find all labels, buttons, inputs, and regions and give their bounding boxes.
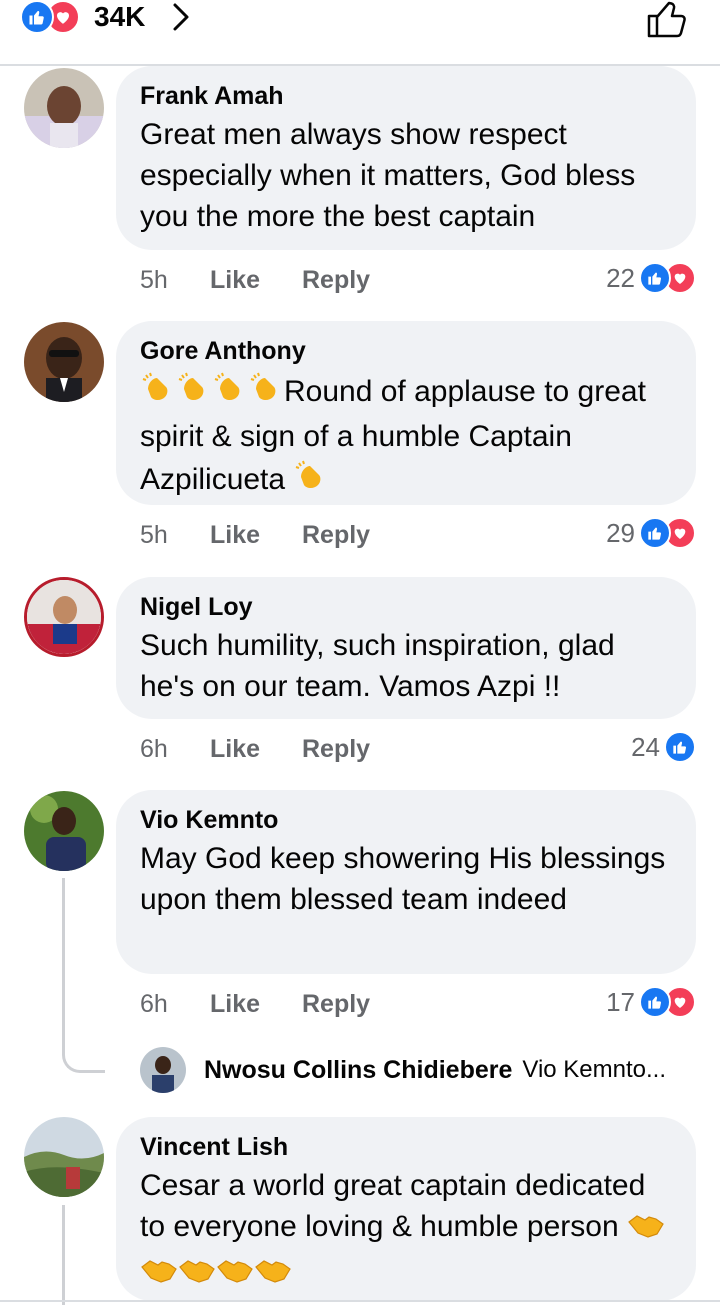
handshake-emoji [216, 1255, 254, 1296]
clapping-hands-emoji [293, 457, 329, 504]
clapping-hands-emoji [212, 369, 248, 416]
handshake-emoji [627, 1210, 665, 1251]
comment-bubble[interactable]: Vincent Lish Cesar a world great captain… [116, 1117, 696, 1301]
reply-button[interactable]: Reply [302, 735, 370, 764]
comment-bubble[interactable]: Vio Kemnto May God keep showering His bl… [116, 790, 696, 974]
reply-button[interactable]: Reply [302, 990, 370, 1019]
like-button[interactable]: Like [210, 266, 302, 295]
like-icon [639, 517, 671, 549]
avatar[interactable] [24, 791, 104, 871]
comment-reactions[interactable]: 24 [631, 727, 696, 767]
avatar[interactable] [24, 322, 104, 402]
thread-line [62, 878, 65, 1046]
timestamp[interactable]: 6h [140, 990, 210, 1019]
divider [0, 1300, 720, 1302]
comment-reactions[interactable]: 17 [606, 982, 696, 1022]
timestamp[interactable]: 5h [140, 266, 210, 295]
comment-actions: 5h Like Reply [140, 260, 370, 300]
comment-reactions[interactable]: 29 [606, 513, 696, 553]
like-icon [639, 986, 671, 1018]
comment-bubble[interactable]: Frank Amah Great men always show respect… [116, 66, 696, 250]
handshake-emoji [178, 1255, 216, 1296]
comment-reactions[interactable]: 22 [606, 258, 696, 298]
comment-bubble[interactable]: Nigel Loy Such humility, such inspiratio… [116, 577, 696, 719]
reaction-number: 17 [606, 986, 635, 1017]
author-name[interactable]: Vincent Lish [140, 1131, 672, 1163]
clapping-hands-emoji [176, 369, 212, 416]
like-button[interactable]: Like [210, 521, 302, 550]
author-name[interactable]: Frank Amah [140, 80, 672, 112]
reaction-number: 24 [631, 731, 660, 762]
comment-text: Such humility, such inspiration, glad he… [140, 629, 615, 703]
reply-button[interactable]: Reply [302, 266, 370, 295]
avatar[interactable] [24, 1117, 104, 1197]
comment-text: Cesar a world great captain dedicated to… [140, 1165, 672, 1296]
author-name[interactable]: Gore Anthony [140, 335, 672, 367]
like-icon [664, 731, 696, 763]
reaction-icons[interactable] [20, 0, 80, 34]
avatar[interactable] [24, 577, 104, 657]
author-name[interactable]: Vio Kemnto [140, 804, 672, 836]
reply-preview[interactable]: Nwosu Collins Chidiebere Vio Kemnto... [140, 1046, 666, 1094]
like-button[interactable]: Like [210, 990, 302, 1019]
reaction-count[interactable]: 34K [94, 0, 145, 34]
author-name[interactable]: Nigel Loy [140, 591, 672, 623]
comment-actions: 6h Like Reply [140, 729, 370, 769]
like-icon [639, 262, 671, 294]
timestamp[interactable]: 6h [140, 735, 210, 764]
like-icon [20, 0, 54, 34]
comment-text-body: Cesar a world great captain dedicated to… [140, 1169, 646, 1243]
comment-text: May God keep showering His blessings upo… [140, 842, 666, 916]
comment-actions: 6h Like Reply [140, 984, 370, 1024]
reply-button[interactable]: Reply [302, 521, 370, 550]
thread-connector [62, 1046, 105, 1073]
like-button[interactable]: Like [210, 735, 302, 764]
avatar[interactable] [24, 68, 104, 148]
chevron-right-icon[interactable] [170, 2, 192, 37]
reaction-number: 29 [606, 517, 635, 548]
comment-actions: 5h Like Reply [140, 515, 370, 555]
timestamp[interactable]: 5h [140, 521, 210, 550]
reactions-header: 34K [0, 0, 720, 66]
clapping-hands-emoji [140, 369, 176, 416]
reaction-number: 22 [606, 262, 635, 293]
handshake-emoji [140, 1255, 178, 1296]
thumbs-up-outline-icon[interactable] [646, 0, 690, 43]
comment-text: Round of applause to great spirit & sign… [140, 369, 672, 504]
reply-avatar [140, 1047, 186, 1093]
handshake-emoji [254, 1255, 292, 1296]
clapping-hands-emoji [248, 369, 284, 416]
reply-snippet: Vio Kemnto... [522, 1056, 667, 1083]
comment-bubble[interactable]: Gore Anthony Round of applause to great … [116, 321, 696, 505]
thread-line [62, 1205, 65, 1305]
reply-author-name: Nwosu Collins Chidiebere [204, 1055, 513, 1084]
comment-text: Great men always show respect especially… [140, 118, 636, 233]
